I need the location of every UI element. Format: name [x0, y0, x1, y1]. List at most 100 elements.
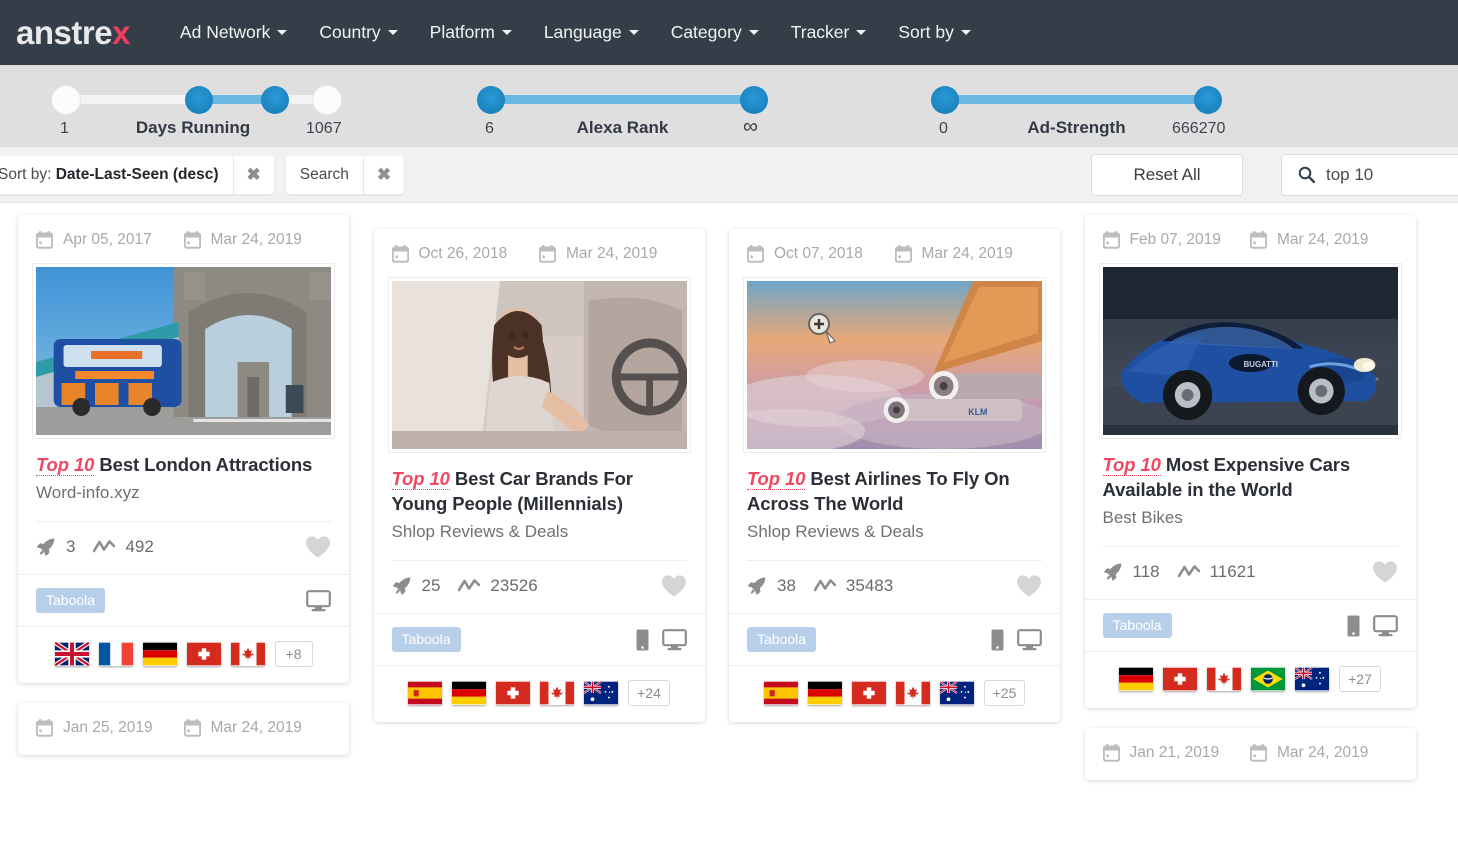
network-row: Taboola	[1085, 599, 1416, 651]
flag-de	[143, 642, 177, 666]
date-text: Mar 24, 2019	[211, 719, 302, 737]
anstrex-logo[interactable]: anstrex	[12, 14, 134, 52]
heart-icon[interactable]	[661, 574, 687, 598]
card-stats: 3 492	[36, 522, 331, 574]
nav-item-platform[interactable]: Platform	[414, 14, 528, 51]
advertiser-name[interactable]: Word-info.xyz	[36, 482, 331, 504]
more-countries-count[interactable]: +25	[984, 680, 1026, 706]
ad-title[interactable]: Top 10 Best Car Brands For Young People …	[392, 467, 687, 517]
search-input[interactable]: top 10	[1281, 154, 1458, 196]
ad-title[interactable]: Top 10 Best London Attractions	[36, 453, 331, 478]
ad-card[interactable]: Apr 05, 2017 Mar 24, 2019	[18, 215, 349, 683]
date-text: Oct 07, 2018	[774, 245, 863, 263]
ad-network-badge[interactable]: Taboola	[1103, 613, 1172, 638]
slider-handle-low[interactable]	[477, 86, 505, 114]
advertiser-name[interactable]: Shlop Reviews & Deals	[747, 521, 1042, 543]
card-body: Top 10 Best Airlines To Fly On Across Th…	[729, 453, 1060, 722]
ad-image-frame[interactable]: BUGATTI	[1099, 263, 1402, 439]
ad-card[interactable]: Oct 26, 2018 Mar 24, 2019	[374, 229, 705, 722]
slider-handle-low[interactable]	[185, 86, 213, 114]
nav-item-ad-network[interactable]: Ad Network	[164, 14, 303, 51]
slider-max-ad-strength: 666270	[1172, 120, 1225, 138]
slider-handle-high[interactable]	[1194, 86, 1222, 114]
search-value: top 10	[1326, 165, 1373, 185]
slider-handle-high[interactable]	[740, 86, 768, 114]
heart-icon[interactable]	[1016, 574, 1042, 598]
advertiser-name[interactable]: Best Bikes	[1103, 507, 1398, 529]
slider-endpoint-max[interactable]	[313, 86, 341, 114]
top-navbar: anstrex Ad Network Country Platform Lang…	[0, 0, 1458, 65]
flag-fr	[99, 642, 133, 666]
slider-handle-low[interactable]	[931, 86, 959, 114]
network-row: Taboola	[18, 574, 349, 626]
date-text: Mar 24, 2019	[1277, 744, 1368, 762]
chip-search[interactable]: Search ✖	[286, 156, 404, 194]
ad-card[interactable]: Oct 07, 2018 Mar 24, 2019	[729, 229, 1060, 722]
trend-icon	[1178, 564, 1200, 580]
calendar-icon	[36, 719, 53, 737]
slider-min-days-running: 1	[60, 120, 69, 138]
ad-title[interactable]: Top 10 Most Expensive Cars Available in …	[1103, 453, 1398, 503]
advertiser-name[interactable]: Shlop Reviews & Deals	[392, 521, 687, 543]
date-text: Mar 24, 2019	[211, 231, 302, 249]
chevron-down-icon	[277, 30, 287, 35]
desktop-icon	[306, 590, 331, 612]
ad-results-grid: Apr 05, 2017 Mar 24, 2019	[0, 203, 1458, 848]
reset-all-button[interactable]: Reset All	[1091, 154, 1243, 196]
strength-stat: 23526	[458, 576, 537, 596]
ad-network-badge[interactable]: Taboola	[392, 627, 461, 652]
slider-min-alexa-rank: 6	[485, 120, 494, 138]
ad-card[interactable]: Feb 07, 2019 Mar 24, 2019	[1085, 215, 1416, 708]
gravity-value: 118	[1133, 562, 1160, 582]
heart-icon[interactable]	[1372, 560, 1398, 584]
more-countries-count[interactable]: +27	[1339, 666, 1381, 692]
ad-network-badge[interactable]: Taboola	[747, 627, 816, 652]
slider-ad-strength[interactable]: Ad-Strength 0 666270	[939, 82, 1214, 142]
slider-alexa-rank[interactable]: Alexa Rank 6 ∞	[485, 82, 760, 142]
date-text: Feb 07, 2019	[1130, 231, 1221, 249]
chip-search-text: Search	[286, 166, 363, 184]
device-icons	[991, 629, 1042, 651]
more-countries-count[interactable]: +24	[628, 680, 670, 706]
first-seen-date: Apr 05, 2017	[36, 231, 184, 249]
chip-sort-by[interactable]: Sort by: Date-Last-Seen (desc) ✖	[0, 156, 274, 194]
card-date-header: Jan 21, 2019 Mar 24, 2019	[1085, 728, 1416, 780]
slider-endpoint-min[interactable]	[52, 86, 80, 114]
more-countries-count[interactable]: +8	[275, 641, 313, 667]
nav-item-language[interactable]: Language	[528, 14, 655, 51]
logo-accent: x	[112, 14, 130, 51]
filter-actions: Reset All top 10	[1091, 154, 1458, 196]
ad-network-badge[interactable]: Taboola	[36, 588, 105, 613]
nav-item-category[interactable]: Category	[655, 14, 775, 51]
first-seen-date: Oct 07, 2018	[747, 245, 895, 263]
heart-icon[interactable]	[305, 535, 331, 559]
date-text: Oct 26, 2018	[419, 245, 508, 263]
last-seen-date: Mar 24, 2019	[895, 245, 1043, 263]
calendar-icon	[1250, 744, 1267, 762]
flag-gb	[55, 642, 89, 666]
card-date-header: Feb 07, 2019 Mar 24, 2019	[1085, 215, 1416, 259]
nav-label: Category	[671, 22, 742, 43]
nav-item-sort-by[interactable]: Sort by	[882, 14, 986, 51]
slider-handle-high[interactable]	[261, 86, 289, 114]
ad-image-frame[interactable]: KLM	[743, 277, 1046, 453]
date-text: Apr 05, 2017	[63, 231, 152, 249]
card-stats: 25 23526	[392, 561, 687, 613]
slider-days-running[interactable]: Days Running 1 1067	[58, 82, 328, 142]
flag-de	[452, 681, 486, 705]
gravity-stat: 25	[392, 576, 441, 596]
nav-item-country[interactable]: Country	[303, 14, 413, 51]
ad-card[interactable]: Jan 25, 2019 Mar 24, 2019	[18, 703, 349, 755]
flag-es	[408, 681, 442, 705]
ad-card[interactable]: Jan 21, 2019 Mar 24, 2019	[1085, 728, 1416, 780]
calendar-icon	[184, 231, 201, 249]
close-icon[interactable]: ✖	[363, 156, 404, 194]
slider-max-days-running: 1067	[306, 120, 342, 138]
chevron-down-icon	[961, 30, 971, 35]
close-icon[interactable]: ✖	[233, 156, 274, 194]
ad-title[interactable]: Top 10 Best Airlines To Fly On Across Th…	[747, 467, 1042, 517]
calendar-icon	[539, 245, 556, 263]
ad-image-frame[interactable]	[388, 277, 691, 453]
ad-image-frame[interactable]	[32, 263, 335, 439]
nav-item-tracker[interactable]: Tracker	[775, 14, 883, 51]
